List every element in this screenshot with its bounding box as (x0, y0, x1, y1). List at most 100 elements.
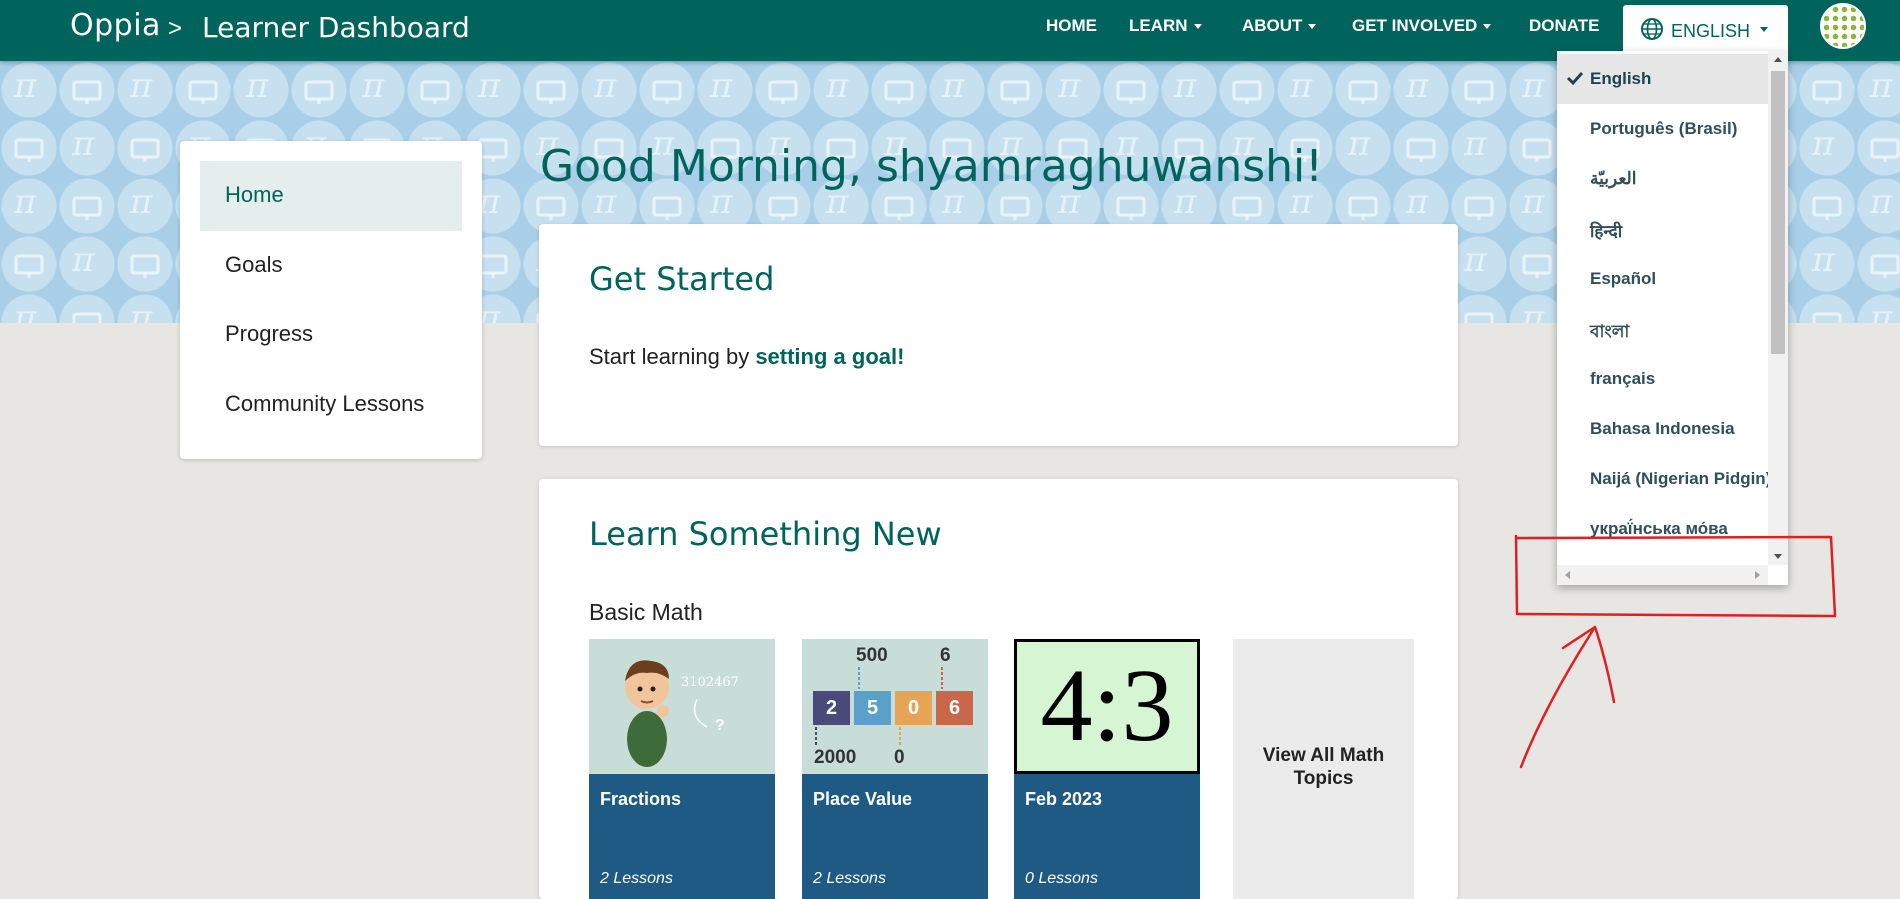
nav-donate[interactable]: DONATE (1529, 16, 1600, 36)
get-started-card: Get Started Start learning by setting a … (539, 224, 1458, 446)
language-option[interactable]: français (1557, 354, 1768, 404)
pi-symbol-icon: π (1406, 66, 1429, 106)
pi-symbol-icon: π (14, 298, 37, 323)
sidebar-item-label: Home (225, 182, 284, 207)
language-option[interactable]: हिन्दी (1557, 204, 1768, 254)
tile-info: Fractions 2 Lessons (589, 774, 775, 899)
scroll-right-arrow-icon[interactable] (1755, 571, 1760, 579)
nav-about[interactable]: ABOUT (1242, 16, 1317, 36)
pi-symbol-icon: π (826, 66, 849, 106)
pi-symbol-icon: π (1464, 240, 1487, 280)
language-option[interactable]: English (1557, 54, 1768, 104)
pi-symbol-icon: π (1348, 124, 1371, 164)
pi-symbol-icon: π (1870, 66, 1893, 106)
nav-learn[interactable]: LEARN (1129, 16, 1202, 36)
monitor-icon (72, 75, 102, 115)
monitor-icon (1000, 75, 1030, 115)
language-option-label: Naijá (Nigerian Pidgin) (1590, 469, 1768, 488)
pi-symbol-icon: π (130, 66, 153, 106)
nav-home[interactable]: HOME (1046, 16, 1097, 36)
pi-symbol-icon: π (72, 124, 95, 164)
monitor-icon (14, 133, 44, 173)
oppia-logo[interactable]: Oppia (70, 8, 161, 43)
language-dropdown-menu: English Português (Brasil) العربيّة हिन्दी E… (1557, 51, 1788, 585)
vertical-scrollbar[interactable] (1768, 51, 1788, 565)
thinking-boy-icon (625, 660, 708, 767)
monitor-icon (1464, 191, 1494, 231)
pi-symbol-icon: π (1522, 182, 1545, 222)
ratio-image-text: 4:3 (1040, 648, 1174, 763)
language-option-label: Español (1590, 269, 1657, 288)
ratio-thumbnail: 4:3 (1014, 639, 1200, 774)
pi-symbol-icon: π (1290, 66, 1313, 106)
page-title: Learner Dashboard (202, 11, 470, 44)
lesson-count: 2 Lessons (813, 870, 886, 887)
language-option[interactable]: украї́нська мо́ва (1557, 504, 1768, 554)
language-option-label: العربيّة (1590, 169, 1637, 188)
language-option[interactable]: Naijá (Nigerian Pidgin) (1557, 454, 1768, 504)
dashboard-sidebar: Home Goals Progress Community Lessons (180, 141, 482, 459)
language-option-label: English (1590, 69, 1652, 88)
scroll-down-arrow-icon[interactable] (1774, 554, 1782, 559)
monitor-icon (1812, 191, 1842, 231)
tile-info: Feb 2023 0 Lessons (1014, 774, 1200, 899)
sidebar-item-goals[interactable]: Goals (200, 231, 462, 301)
monitor-icon (1348, 75, 1378, 115)
monitor-icon (1870, 133, 1900, 173)
language-selector-button[interactable]: ENGLISH (1623, 5, 1788, 55)
nav-home-label: HOME (1046, 16, 1097, 35)
nav-get-involved[interactable]: GET INVOLVED (1352, 16, 1492, 36)
scroll-left-arrow-icon[interactable] (1565, 571, 1570, 579)
checkmark-icon (1566, 70, 1584, 91)
chevron-down-icon (1483, 24, 1492, 30)
view-all-math-topics-button[interactable]: View All Math Topics (1233, 639, 1414, 899)
language-option-label: Português (Brasil) (1590, 119, 1738, 138)
monitor-icon (14, 249, 44, 289)
breadcrumb-separator: > (168, 15, 183, 42)
fractions-image-number: 3102467 (681, 675, 739, 690)
topic-name: Feb 2023 (1025, 789, 1103, 809)
language-option[interactable]: বাংলা (1557, 304, 1768, 354)
monitor-icon (1870, 249, 1900, 289)
pi-symbol-icon: π (942, 66, 965, 106)
set-goal-link[interactable]: setting a goal! (755, 344, 904, 369)
pi-symbol-icon: π (478, 66, 501, 106)
monitor-icon (1464, 75, 1494, 115)
language-option[interactable]: Português (Brasil) (1557, 104, 1768, 154)
vertical-scrollbar-thumb[interactable] (1771, 71, 1785, 354)
pi-symbol-icon: π (14, 66, 37, 106)
pi-symbol-icon: π (1522, 66, 1545, 106)
language-option[interactable]: Bahasa Indonesia (1557, 404, 1768, 454)
monitor-icon (420, 75, 450, 115)
topic-tile-place-value[interactable]: 500 6 2 5 0 6 2000 0 Place Value 2 Lesso… (802, 639, 988, 899)
pi-symbol-icon: π (1464, 124, 1487, 164)
chevron-down-icon (1193, 24, 1202, 30)
pi-symbol-icon: π (130, 298, 153, 323)
pi-symbol-icon: π (362, 66, 385, 106)
topic-name: Place Value (813, 789, 913, 809)
get-started-title: Get Started (589, 260, 775, 298)
language-option[interactable]: Español (1557, 254, 1768, 304)
nav-donate-label: DONATE (1529, 16, 1600, 35)
pi-symbol-icon: π (1522, 298, 1545, 323)
monitor-icon (1116, 75, 1146, 115)
horizontal-scrollbar[interactable] (1557, 565, 1768, 585)
place-value-number: 2000 (814, 747, 857, 768)
topic-tile-feb-2023[interactable]: 4:3 Feb 2023 0 Lessons (1014, 639, 1200, 899)
topic-tile-fractions[interactable]: 3102467 ? Fractions 2 Lessons (589, 639, 775, 899)
nav-get-involved-label: GET INVOLVED (1352, 16, 1478, 35)
get-started-text: Start learning by setting a goal! (589, 344, 904, 370)
pi-symbol-icon: π (246, 66, 269, 106)
language-option[interactable]: العربيّة (1557, 154, 1768, 204)
pi-symbol-icon: π (14, 182, 37, 222)
sidebar-item-community-lessons[interactable]: Community Lessons (200, 370, 462, 440)
pi-symbol-icon: π (130, 182, 153, 222)
scroll-up-arrow-icon[interactable] (1774, 57, 1782, 62)
language-options-list[interactable]: English Português (Brasil) العربيّة हिन्दी E… (1557, 51, 1768, 565)
pi-symbol-icon: π (1812, 124, 1835, 164)
user-avatar-icon[interactable] (1820, 3, 1866, 49)
monitor-icon (72, 191, 102, 231)
view-all-label: View All Math Topics (1262, 745, 1385, 789)
sidebar-item-home[interactable]: Home (200, 161, 462, 231)
sidebar-item-progress[interactable]: Progress (200, 300, 462, 370)
